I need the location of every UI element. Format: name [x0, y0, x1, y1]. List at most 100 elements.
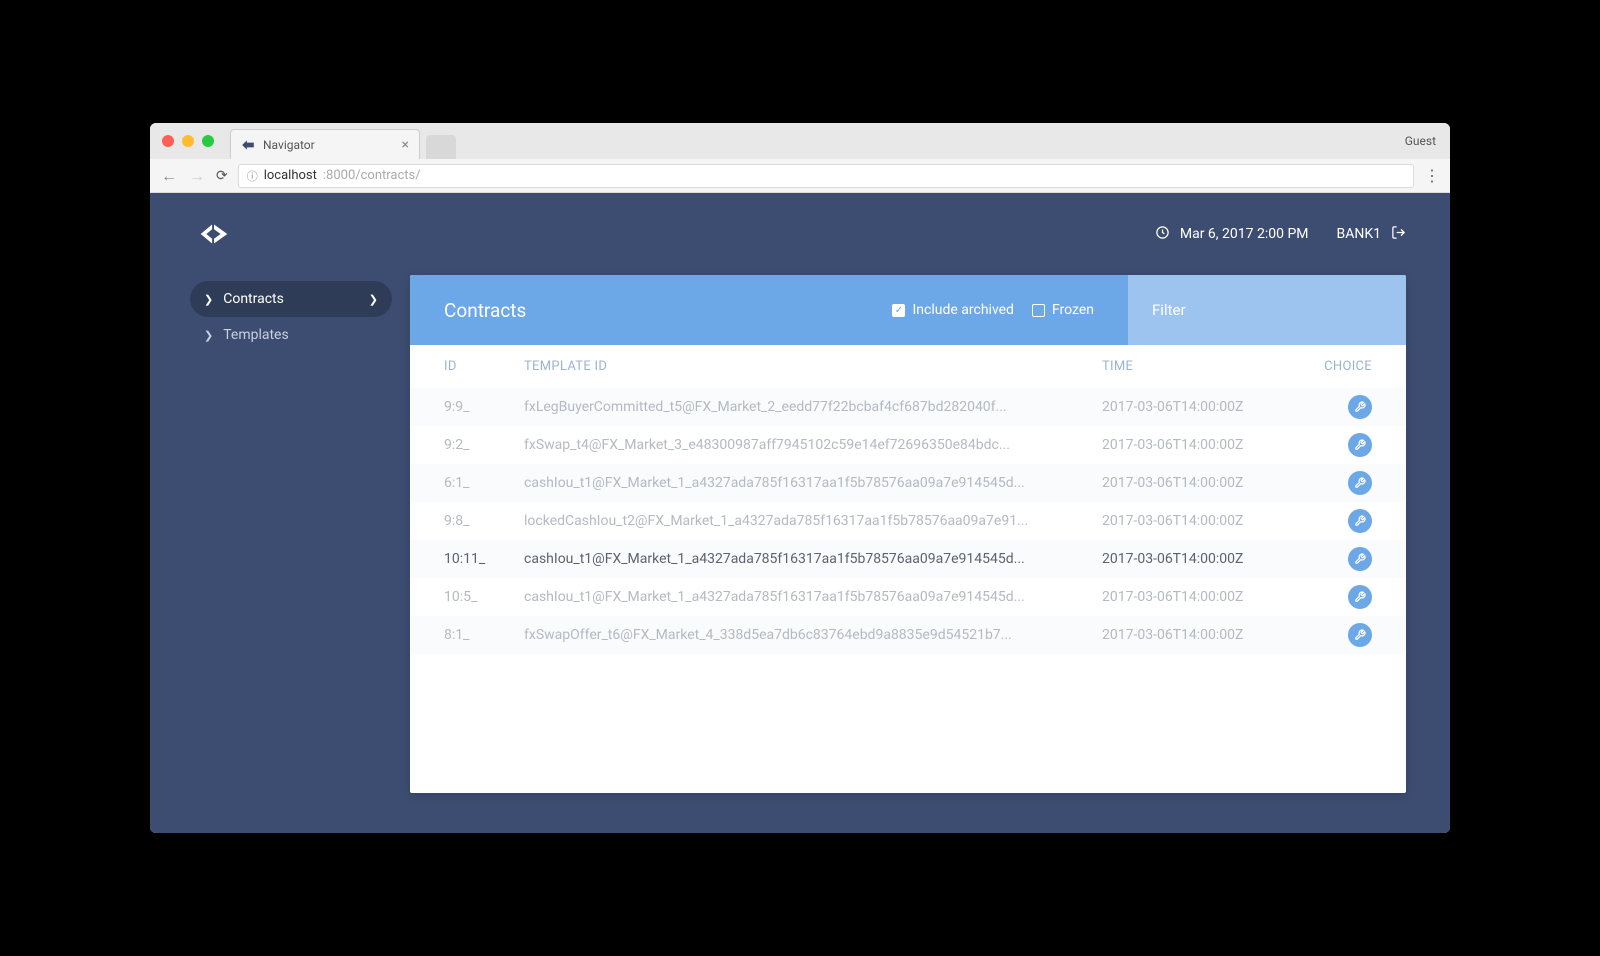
- page-title: Contracts: [444, 299, 526, 322]
- choice-action-button[interactable]: [1348, 471, 1372, 495]
- cell-choice: [1302, 547, 1372, 571]
- cell-time: 2017-03-06T14:00:00Z: [1102, 627, 1302, 643]
- include-archived-checkbox[interactable]: ✓ Include archived: [892, 302, 1013, 318]
- user-group: BANK1: [1337, 225, 1407, 244]
- profile-label[interactable]: Guest: [1405, 134, 1436, 148]
- toolbar-left: Contracts ✓ Include archived Frozen: [410, 275, 1128, 345]
- chevron-right-icon: ❯: [369, 293, 378, 306]
- choice-action-button[interactable]: [1348, 433, 1372, 457]
- main-panel: Contracts ✓ Include archived Frozen: [410, 275, 1406, 793]
- cell-time: 2017-03-06T14:00:00Z: [1102, 551, 1302, 567]
- cell-id: 6:1_: [444, 475, 524, 491]
- choice-action-button[interactable]: [1348, 509, 1372, 533]
- table-row[interactable]: 9:8_lockedCashIou_t2@FX_Market_1_a4327ad…: [410, 502, 1406, 540]
- table-row[interactable]: 6:1_cashIou_t1@FX_Market_1_a4327ada785f1…: [410, 464, 1406, 502]
- cell-id: 8:1_: [444, 627, 524, 643]
- cell-time: 2017-03-06T14:00:00Z: [1102, 437, 1302, 453]
- cell-template: cashIou_t1@FX_Market_1_a4327ada785f16317…: [524, 589, 1102, 605]
- maximize-window-button[interactable]: [202, 135, 214, 147]
- toolbar: Contracts ✓ Include archived Frozen: [410, 275, 1406, 345]
- browser-tabs: Navigator ×: [230, 123, 456, 159]
- back-button[interactable]: ←: [160, 166, 178, 186]
- clock-icon: [1155, 225, 1170, 244]
- table-body: 9:9_fxLegBuyerCommitted_t5@FX_Market_2_e…: [410, 388, 1406, 654]
- cell-template: cashIou_t1@FX_Market_1_a4327ada785f16317…: [524, 551, 1102, 567]
- close-window-button[interactable]: [162, 135, 174, 147]
- cell-template: lockedCashIou_t2@FX_Market_1_a4327ada785…: [524, 513, 1102, 529]
- checkbox-label: Include archived: [912, 302, 1013, 318]
- choice-action-button[interactable]: [1348, 623, 1372, 647]
- cell-time: 2017-03-06T14:00:00Z: [1102, 589, 1302, 605]
- sidebar: ❯ Contracts ❯ ❯ Templates: [150, 275, 410, 793]
- table-row[interactable]: 10:5_cashIou_t1@FX_Market_1_a4327ada785f…: [410, 578, 1406, 616]
- cell-choice: [1302, 585, 1372, 609]
- table-row[interactable]: 9:9_fxLegBuyerCommitted_t5@FX_Market_2_e…: [410, 388, 1406, 426]
- sidebar-item-label: Contracts: [223, 291, 284, 307]
- cell-id: 10:5_: [444, 589, 524, 605]
- browser-tab-bar: Navigator × Guest: [150, 123, 1450, 159]
- new-tab-button[interactable]: [426, 135, 456, 159]
- url-path: :8000/contracts/: [323, 168, 421, 183]
- checkbox-icon: ✓: [892, 304, 905, 317]
- browser-tab-active[interactable]: Navigator ×: [230, 129, 420, 159]
- sidebar-item-contracts[interactable]: ❯ Contracts ❯: [190, 281, 392, 317]
- sidebar-item-templates[interactable]: ❯ Templates: [190, 317, 392, 353]
- app-body: ❯ Contracts ❯ ❯ Templates Contracts: [150, 275, 1450, 833]
- cell-template: cashIou_t1@FX_Market_1_a4327ada785f16317…: [524, 475, 1102, 491]
- minimize-window-button[interactable]: [182, 135, 194, 147]
- header-right: Mar 6, 2017 2:00 PM BANK1: [1155, 225, 1406, 244]
- cell-id: 9:9_: [444, 399, 524, 415]
- table-row[interactable]: 9:2_fxSwap_t4@FX_Market_3_e48300987aff79…: [410, 426, 1406, 464]
- table-row[interactable]: 10:11_cashIou_t1@FX_Market_1_a4327ada785…: [410, 540, 1406, 578]
- choice-action-button[interactable]: [1348, 585, 1372, 609]
- sidebar-item-label: Templates: [223, 327, 289, 343]
- window-controls: [162, 135, 214, 147]
- column-header-choice[interactable]: CHOICE: [1302, 359, 1372, 374]
- cell-id: 10:11_: [444, 551, 524, 567]
- browser-window: Navigator × Guest ← → ⟳ ⓘ localhost :8000…: [150, 123, 1450, 833]
- cell-time: 2017-03-06T14:00:00Z: [1102, 475, 1302, 491]
- user-label: BANK1: [1337, 226, 1382, 242]
- cell-time: 2017-03-06T14:00:00Z: [1102, 513, 1302, 529]
- checkbox-label: Frozen: [1052, 302, 1094, 318]
- url-input[interactable]: ⓘ localhost :8000/contracts/: [238, 164, 1414, 188]
- cell-template: fxLegBuyerCommitted_t5@FX_Market_2_eedd7…: [524, 399, 1102, 415]
- table-header-row: ID TEMPLATE ID TIME CHOICE: [410, 345, 1406, 388]
- browser-address-bar: ← → ⟳ ⓘ localhost :8000/contracts/ ⋮: [150, 159, 1450, 193]
- toolbar-checks: ✓ Include archived Frozen: [892, 302, 1094, 318]
- tab-close-icon[interactable]: ×: [402, 137, 409, 153]
- cell-time: 2017-03-06T14:00:00Z: [1102, 399, 1302, 415]
- column-header-id[interactable]: ID: [444, 359, 524, 374]
- cell-id: 9:2_: [444, 437, 524, 453]
- header-datetime: Mar 6, 2017 2:00 PM: [1180, 226, 1309, 242]
- cell-choice: [1302, 623, 1372, 647]
- table-row[interactable]: 8:1_fxSwapOffer_t6@FX_Market_4_338d5ea7d…: [410, 616, 1406, 654]
- choice-action-button[interactable]: [1348, 547, 1372, 571]
- app-logo-icon[interactable]: [194, 214, 234, 254]
- browser-menu-icon[interactable]: ⋮: [1424, 166, 1440, 185]
- chevron-right-icon: ❯: [204, 293, 213, 306]
- app-header: Mar 6, 2017 2:00 PM BANK1: [150, 193, 1450, 275]
- app-root: Mar 6, 2017 2:00 PM BANK1 ❯ Contracts ❯: [150, 193, 1450, 833]
- choice-action-button[interactable]: [1348, 395, 1372, 419]
- cell-id: 9:8_: [444, 513, 524, 529]
- url-host: localhost: [264, 168, 317, 183]
- tab-favicon-icon: [241, 138, 255, 152]
- frozen-checkbox[interactable]: Frozen: [1032, 302, 1094, 318]
- filter-placeholder: Filter: [1152, 301, 1186, 319]
- column-header-template[interactable]: TEMPLATE ID: [524, 359, 1102, 374]
- cell-template: fxSwap_t4@FX_Market_3_e48300987aff794510…: [524, 437, 1102, 453]
- cell-choice: [1302, 395, 1372, 419]
- tab-title: Navigator: [263, 138, 315, 152]
- clock-group: Mar 6, 2017 2:00 PM: [1155, 225, 1309, 244]
- reload-button[interactable]: ⟳: [216, 168, 228, 184]
- contracts-table: ID TEMPLATE ID TIME CHOICE 9:9_fxLegBuye…: [410, 345, 1406, 793]
- forward-button[interactable]: →: [188, 166, 206, 186]
- chevron-right-icon: ❯: [204, 329, 213, 342]
- cell-choice: [1302, 433, 1372, 457]
- cell-choice: [1302, 509, 1372, 533]
- column-header-time[interactable]: TIME: [1102, 359, 1302, 374]
- site-info-icon[interactable]: ⓘ: [247, 168, 258, 184]
- logout-icon[interactable]: [1391, 225, 1406, 244]
- filter-input[interactable]: Filter: [1128, 275, 1406, 345]
